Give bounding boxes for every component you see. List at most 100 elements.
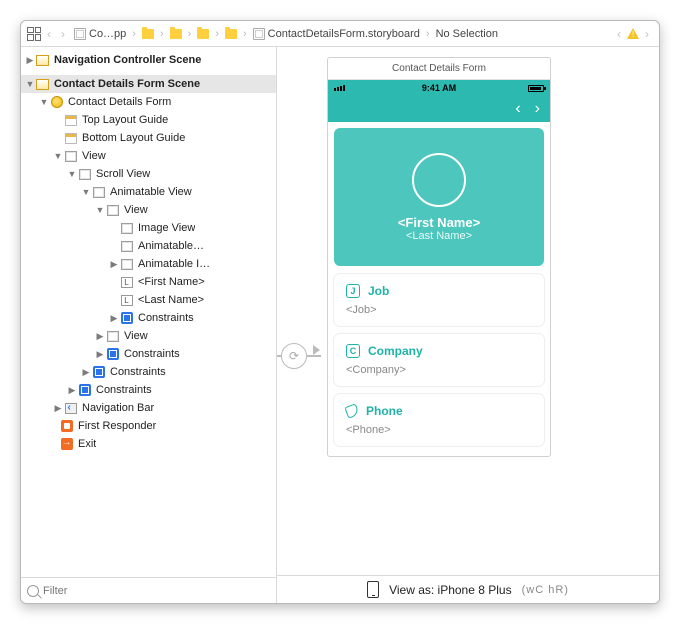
layout-guide-icon bbox=[65, 115, 77, 126]
outline-row[interactable]: ▶ Animatable I… bbox=[21, 255, 276, 273]
outline-row[interactable]: ▶ View bbox=[21, 327, 276, 345]
view-as-bar[interactable]: View as: iPhone 8 Plus (wC hR) bbox=[277, 575, 659, 603]
outline-row[interactable]: ▶ Constraints bbox=[21, 345, 276, 363]
outline-row[interactable]: • Image View bbox=[21, 219, 276, 237]
disclosure-icon[interactable]: ▶ bbox=[95, 331, 105, 342]
row-label: <Last Name> bbox=[138, 294, 204, 306]
company-icon: C bbox=[346, 344, 360, 358]
disclosure-icon[interactable]: ▶ bbox=[67, 385, 77, 396]
disclosure-icon[interactable]: ▶ bbox=[109, 313, 119, 324]
disclosure-icon[interactable]: ▶ bbox=[25, 55, 35, 66]
disclosure-icon[interactable]: ▶ bbox=[95, 349, 105, 360]
signal-icon bbox=[334, 85, 345, 91]
chevron-left-icon[interactable]: ‹ bbox=[515, 100, 520, 118]
disclosure-icon[interactable]: ▶ bbox=[109, 259, 119, 270]
row-label: First Responder bbox=[78, 420, 156, 432]
outline-row[interactable]: • Top Layout Guide bbox=[21, 111, 276, 129]
breadcrumb-folder[interactable] bbox=[139, 29, 157, 39]
row-label: Animatable… bbox=[138, 240, 204, 252]
outline-tree[interactable]: ▶ Navigation Controller Scene ▼ Contact … bbox=[21, 47, 276, 577]
row-label: Constraints bbox=[110, 366, 166, 378]
warning-icon[interactable]: ! bbox=[627, 28, 639, 39]
next-issue-icon[interactable]: › bbox=[641, 27, 653, 41]
scene-icon bbox=[36, 55, 49, 66]
breadcrumb-folder[interactable] bbox=[222, 29, 240, 39]
outline-row[interactable]: ▶ Constraints bbox=[21, 363, 276, 381]
constraints-icon bbox=[79, 384, 91, 396]
breadcrumb-sep: › bbox=[187, 28, 193, 40]
field-title: Phone bbox=[366, 404, 403, 418]
disclosure-icon[interactable]: ▼ bbox=[53, 151, 63, 161]
view-icon bbox=[79, 169, 91, 180]
jump-bar: ‹ › Co…pp › › › › › ContactDetailsForm.s… bbox=[21, 21, 659, 47]
chevron-right-icon[interactable]: › bbox=[535, 100, 540, 118]
breadcrumb-sep: › bbox=[131, 28, 137, 40]
breadcrumb-folder[interactable] bbox=[167, 29, 185, 39]
breadcrumb-file[interactable]: ContactDetailsForm.storyboard bbox=[250, 28, 423, 40]
nav-back-icon[interactable]: ‹ bbox=[43, 27, 55, 41]
folder-icon bbox=[225, 29, 237, 39]
disclosure-icon[interactable]: ▼ bbox=[67, 169, 77, 179]
view-as-label: View as: iPhone 8 Plus bbox=[389, 583, 512, 597]
outline-row[interactable]: ▶ Constraints bbox=[21, 381, 276, 399]
field-card-job: JJob <Job> bbox=[334, 274, 544, 326]
breadcrumb-folder[interactable] bbox=[194, 29, 212, 39]
row-label: Top Layout Guide bbox=[82, 114, 168, 126]
scene-label: Navigation Controller Scene bbox=[54, 54, 201, 66]
constraints-icon bbox=[107, 348, 119, 360]
avatar bbox=[412, 153, 466, 207]
first-responder-icon bbox=[61, 420, 73, 432]
disclosure-icon[interactable]: ▼ bbox=[95, 205, 105, 215]
folder-icon bbox=[170, 29, 182, 39]
related-items-icon[interactable] bbox=[27, 27, 41, 41]
outline-row[interactable]: • L <First Name> bbox=[21, 273, 276, 291]
outline-row[interactable]: ▶ Navigation Bar bbox=[21, 399, 276, 417]
label-icon: L bbox=[121, 277, 133, 288]
status-bar: 9:41 AM bbox=[328, 80, 550, 96]
field-title: Job bbox=[368, 284, 389, 298]
folder-icon bbox=[197, 29, 209, 39]
filter-icon bbox=[27, 585, 39, 597]
disclosure-icon[interactable]: ▼ bbox=[25, 79, 35, 89]
nav-forward-icon[interactable]: › bbox=[57, 27, 69, 41]
scene-preview[interactable]: Contact Details Form 9:41 AM ‹ › <First … bbox=[327, 57, 551, 457]
prev-issue-icon[interactable]: ‹ bbox=[613, 27, 625, 41]
row-label: Navigation Bar bbox=[82, 402, 154, 414]
scene-row[interactable]: ▼ Contact Details Form Scene bbox=[21, 75, 276, 93]
row-label: Constraints bbox=[124, 348, 180, 360]
first-name-label: <First Name> bbox=[398, 215, 480, 230]
filter-input[interactable] bbox=[43, 585, 270, 597]
outline-row[interactable]: • Bottom Layout Guide bbox=[21, 129, 276, 147]
scene-icon bbox=[36, 79, 49, 90]
scene-row[interactable]: ▶ Navigation Controller Scene bbox=[21, 51, 276, 69]
row-label: Constraints bbox=[138, 312, 194, 324]
document-outline: ▶ Navigation Controller Scene ▼ Contact … bbox=[21, 47, 277, 603]
outline-row[interactable]: ▼ Contact Details Form bbox=[21, 93, 276, 111]
canvas[interactable]: ⟳ Contact Details Form 9:41 AM ‹ › bbox=[277, 47, 659, 603]
outline-row[interactable]: • L <Last Name> bbox=[21, 291, 276, 309]
row-label: Image View bbox=[138, 222, 195, 234]
field-card-phone: Phone <Phone> bbox=[334, 394, 544, 446]
battery-icon bbox=[528, 85, 544, 92]
outline-row[interactable]: ▼ View bbox=[21, 201, 276, 219]
disclosure-icon[interactable]: ▼ bbox=[81, 187, 91, 197]
disclosure-icon[interactable]: ▶ bbox=[81, 367, 91, 378]
folder-icon bbox=[142, 29, 154, 39]
breadcrumb-selection[interactable]: No Selection bbox=[433, 28, 501, 40]
segue-icon[interactable]: ⟳ bbox=[281, 343, 307, 369]
outline-row[interactable]: ▼ Animatable View bbox=[21, 183, 276, 201]
editor-window: ‹ › Co…pp › › › › › ContactDetailsForm.s… bbox=[20, 20, 660, 604]
outline-row[interactable]: • First Responder bbox=[21, 417, 276, 435]
disclosure-icon[interactable]: ▶ bbox=[53, 403, 63, 414]
outline-row[interactable]: ▶ Constraints bbox=[21, 309, 276, 327]
breadcrumb-project[interactable]: Co…pp bbox=[71, 28, 129, 40]
outline-row[interactable]: ▼ View bbox=[21, 147, 276, 165]
outline-row[interactable]: • Exit bbox=[21, 435, 276, 453]
outline-row[interactable]: ▼ Scroll View bbox=[21, 165, 276, 183]
outline-row[interactable]: • Animatable… bbox=[21, 237, 276, 255]
field-value: <Company> bbox=[346, 364, 532, 376]
view-icon bbox=[121, 241, 133, 252]
disclosure-icon[interactable]: ▼ bbox=[39, 97, 49, 107]
layout-guide-icon bbox=[65, 133, 77, 144]
header-card: <First Name> <Last Name> bbox=[334, 128, 544, 266]
